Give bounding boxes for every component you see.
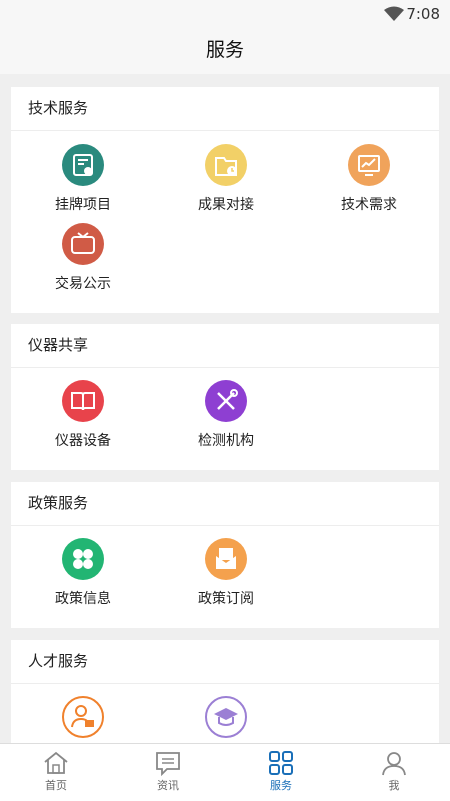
graduation-cap-icon: [205, 696, 247, 738]
clock: 7:08: [406, 5, 440, 23]
item-label: 仪器设备: [55, 433, 111, 449]
home-icon: [44, 751, 68, 774]
item-label: 检测机构: [198, 433, 254, 449]
folder-clock-icon: [205, 144, 247, 186]
wifi-icon: [384, 6, 404, 21]
service-achievement-matching[interactable]: 成果对接: [156, 144, 296, 214]
page-title: 服务: [205, 39, 244, 61]
section-title: 技术服务: [11, 87, 439, 131]
tab-me[interactable]: 我: [338, 744, 450, 801]
tab-label: 我: [388, 779, 400, 792]
section-tech-services: 技术服务 挂牌项目 成果对接 技术需求 交易公示: [11, 87, 439, 313]
item-label: 成果对接: [198, 197, 254, 213]
chart-monitor-icon: [348, 144, 390, 186]
item-label: 政策信息: [55, 591, 111, 607]
tab-label: 资讯: [157, 779, 179, 792]
section-title: 人才服务: [11, 640, 439, 684]
tools-icon: [205, 380, 247, 422]
section-title: 政策服务: [11, 482, 439, 526]
service-talent-1[interactable]: [13, 696, 153, 743]
tab-label: 首页: [45, 779, 67, 792]
person-card-icon: [62, 696, 104, 738]
tab-news[interactable]: 资讯: [112, 744, 224, 801]
item-label: 技术需求: [341, 197, 397, 213]
book-icon: [62, 380, 104, 422]
service-listing-projects[interactable]: 挂牌项目: [13, 144, 153, 214]
news-icon: [156, 752, 180, 776]
mail-doc-icon: [205, 538, 247, 580]
tab-services[interactable]: 服务: [225, 744, 337, 801]
section-policy-services: 政策服务 政策信息 政策订阅: [11, 482, 439, 628]
section-talent-services: 人才服务: [11, 640, 439, 743]
item-label: 交易公示: [55, 276, 111, 292]
service-policy-info[interactable]: 政策信息: [13, 538, 153, 608]
service-testing-agencies[interactable]: 检测机构: [156, 380, 296, 450]
section-instrument-sharing: 仪器共享 仪器设备 检测机构: [11, 324, 439, 470]
tv-icon: [62, 223, 104, 265]
grid-icon: [269, 751, 293, 775]
app-header: 服务: [0, 28, 450, 74]
bottom-tab-bar: 首页 资讯 服务 我: [0, 743, 450, 801]
tab-label: 服务: [270, 779, 292, 792]
service-instruments[interactable]: 仪器设备: [13, 380, 153, 450]
tab-home[interactable]: 首页: [0, 744, 112, 801]
service-tech-demand[interactable]: 技术需求: [299, 144, 439, 214]
item-label: 政策订阅: [198, 591, 254, 607]
service-trade-announcement[interactable]: 交易公示: [13, 223, 153, 293]
section-title: 仪器共享: [11, 324, 439, 368]
item-label: 挂牌项目: [55, 197, 111, 213]
certificate-icon: [62, 144, 104, 186]
hexagons-icon: [62, 538, 104, 580]
status-bar: 7:08: [0, 0, 450, 28]
service-talent-2[interactable]: [156, 696, 296, 743]
service-policy-subscription[interactable]: 政策订阅: [156, 538, 296, 608]
user-icon: [382, 752, 406, 776]
